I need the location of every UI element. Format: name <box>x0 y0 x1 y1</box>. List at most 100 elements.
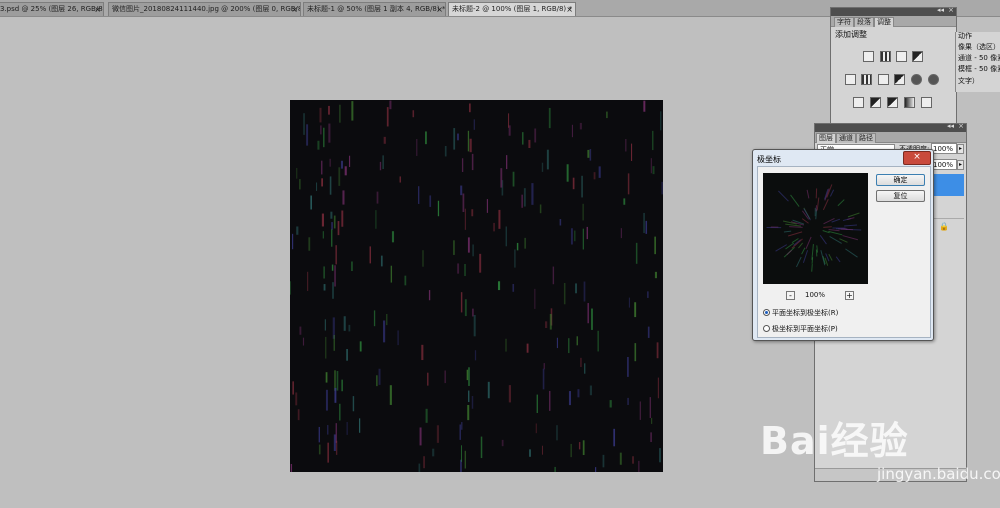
actions-title: 动作 <box>958 32 972 40</box>
tab-character[interactable]: 字符 <box>834 17 854 27</box>
gradient-map-icon[interactable] <box>904 97 915 108</box>
radio-unchecked-icon[interactable] <box>763 325 770 332</box>
option-label: 平面坐标到极坐标(R) <box>772 309 839 317</box>
exposure-icon[interactable] <box>912 51 923 62</box>
radio-checked-icon[interactable] <box>763 309 770 316</box>
polar-streak <box>789 226 803 228</box>
polar-streak <box>775 244 787 252</box>
watermark-url: jingyan.baidu.com <box>877 465 1000 483</box>
polar-streak <box>839 238 848 243</box>
filter-preview[interactable] <box>763 173 868 284</box>
polar-streak <box>778 190 789 202</box>
polar-streak <box>796 256 802 268</box>
selective-color-icon[interactable] <box>921 97 932 108</box>
dialog-body: 确定 复位 - 100% + 平面坐标到极坐标(R) 极坐标到平面坐标(P) <box>757 166 931 338</box>
panel-titlebar[interactable]: ◂◂ × <box>815 122 966 132</box>
polar-streak <box>829 235 842 244</box>
polar-streak <box>840 228 853 231</box>
tab-layers[interactable]: 图层 <box>816 133 836 143</box>
polar-streak <box>785 223 801 227</box>
tab-adjustments[interactable]: 调整 <box>874 17 894 27</box>
polar-streak <box>801 247 806 255</box>
close-icon[interactable]: × <box>291 3 298 16</box>
panel-tabs: 字符 段落 调整 <box>831 16 956 27</box>
fill-field[interactable]: 100% <box>931 159 957 170</box>
polar-streak <box>835 256 841 263</box>
collapse-icon[interactable]: ◂◂ <box>947 122 954 130</box>
polar-streak <box>845 248 858 258</box>
option-rect-to-polar[interactable]: 平面坐标到极坐标(R) <box>763 308 838 318</box>
invert-icon[interactable] <box>853 97 864 108</box>
polar-streak <box>811 264 813 272</box>
actions-panel: 动作 像果（选区） 通道 - 50 像素 模框 - 50 像素 文字） <box>955 32 1000 92</box>
brightness-icon[interactable] <box>863 51 874 62</box>
document-tab-4[interactable]: 未标题-2 @ 100% (图层 1, RGB/8) * × <box>448 2 576 16</box>
baidu-jingyan-watermark: Bai经验 jingyan.baidu.com <box>760 398 1000 498</box>
levels-icon[interactable] <box>880 51 891 62</box>
zoom-level: 100% <box>805 291 826 299</box>
tab-paragraph[interactable]: 段落 <box>854 17 874 27</box>
polar-streak <box>837 199 845 207</box>
panel-heading: 添加调整 <box>835 30 867 39</box>
action-item[interactable]: 像果（选区） <box>958 42 1000 52</box>
fill-arrow-icon[interactable]: ▸ <box>957 160 964 170</box>
zoom-in-button[interactable]: + <box>845 291 854 300</box>
close-button[interactable]: × <box>903 151 931 165</box>
close-icon[interactable]: × <box>958 122 964 130</box>
close-icon[interactable]: × <box>436 3 443 16</box>
tab-channels[interactable]: 通道 <box>836 133 856 143</box>
action-item[interactable]: 通道 - 50 像素 <box>958 53 1000 63</box>
close-icon[interactable]: × <box>94 3 101 16</box>
option-label: 极坐标到平面坐标(P) <box>772 325 838 333</box>
polar-streak <box>819 235 827 245</box>
document-tab-2[interactable]: 微信图片_20180824111440.jpg @ 200% (图层 0, RG… <box>108 2 301 16</box>
polar-streak <box>805 236 812 250</box>
close-icon[interactable]: × <box>566 3 573 16</box>
polar-streak <box>824 257 829 266</box>
tab-label: 未标题-2 @ 100% (图层 1, RGB/8) * <box>452 5 572 13</box>
polar-streak <box>788 231 803 237</box>
document-canvas[interactable] <box>290 100 663 472</box>
tab-label: 3.psd @ 25% (图层 26, RGB/8) * <box>0 5 104 13</box>
adjustments-panel: ◂◂ × 字符 段落 调整 添加调整 <box>830 6 957 127</box>
polar-streak <box>847 217 855 220</box>
polar-preview-artwork <box>766 184 862 272</box>
collapse-icon[interactable]: ◂◂ <box>937 6 944 14</box>
tab-paths[interactable]: 路径 <box>856 133 876 143</box>
hue-saturation-icon[interactable] <box>861 74 872 85</box>
ok-button[interactable]: 确定 <box>876 174 925 186</box>
tab-label: 微信图片_20180824111440.jpg @ 200% (图层 0, RG… <box>112 5 301 13</box>
threshold-icon[interactable] <box>887 97 898 108</box>
posterize-icon[interactable] <box>870 97 881 108</box>
black-white-icon[interactable] <box>894 74 905 85</box>
document-tab-3[interactable]: 未标题-1 @ 50% (图层 1 副本 4, RGB/8) * × <box>303 2 446 16</box>
panel-titlebar[interactable]: ◂◂ × <box>831 6 956 16</box>
watermark-brand: Bai经验 <box>760 419 909 463</box>
polar-streak <box>783 230 792 233</box>
polar-streak <box>820 250 826 266</box>
document-tab-1[interactable]: 3.psd @ 25% (图层 26, RGB/8) * × <box>0 2 104 16</box>
opacity-field[interactable]: 100% <box>931 143 957 154</box>
polar-streak <box>823 217 835 225</box>
polar-streak <box>847 212 860 218</box>
action-item[interactable]: 模框 - 50 像素 <box>958 64 1000 74</box>
reset-button[interactable]: 复位 <box>876 190 925 202</box>
curves-icon[interactable] <box>896 51 907 62</box>
dialog-title: 极坐标 <box>757 155 781 164</box>
channel-mixer-icon[interactable] <box>928 74 939 85</box>
zoom-out-button[interactable]: - <box>786 291 795 300</box>
rain-streaks-artwork <box>290 100 663 472</box>
opacity-arrow-icon[interactable]: ▸ <box>957 144 964 154</box>
polar-streak <box>801 218 809 224</box>
action-item[interactable]: 文字） <box>958 76 979 86</box>
polar-streak <box>806 189 810 199</box>
photo-filter-icon[interactable] <box>911 74 922 85</box>
polar-streak <box>844 224 858 227</box>
option-polar-to-rect[interactable]: 极坐标到平面坐标(P) <box>763 324 838 334</box>
close-icon[interactable]: × <box>948 6 954 14</box>
lock-icon: 🔒 <box>939 222 949 231</box>
tab-label: 未标题-1 @ 50% (图层 1 副本 4, RGB/8) * <box>307 5 446 13</box>
color-balance-icon[interactable] <box>878 74 889 85</box>
vibrance-icon[interactable] <box>845 74 856 85</box>
polar-streak <box>828 230 843 236</box>
